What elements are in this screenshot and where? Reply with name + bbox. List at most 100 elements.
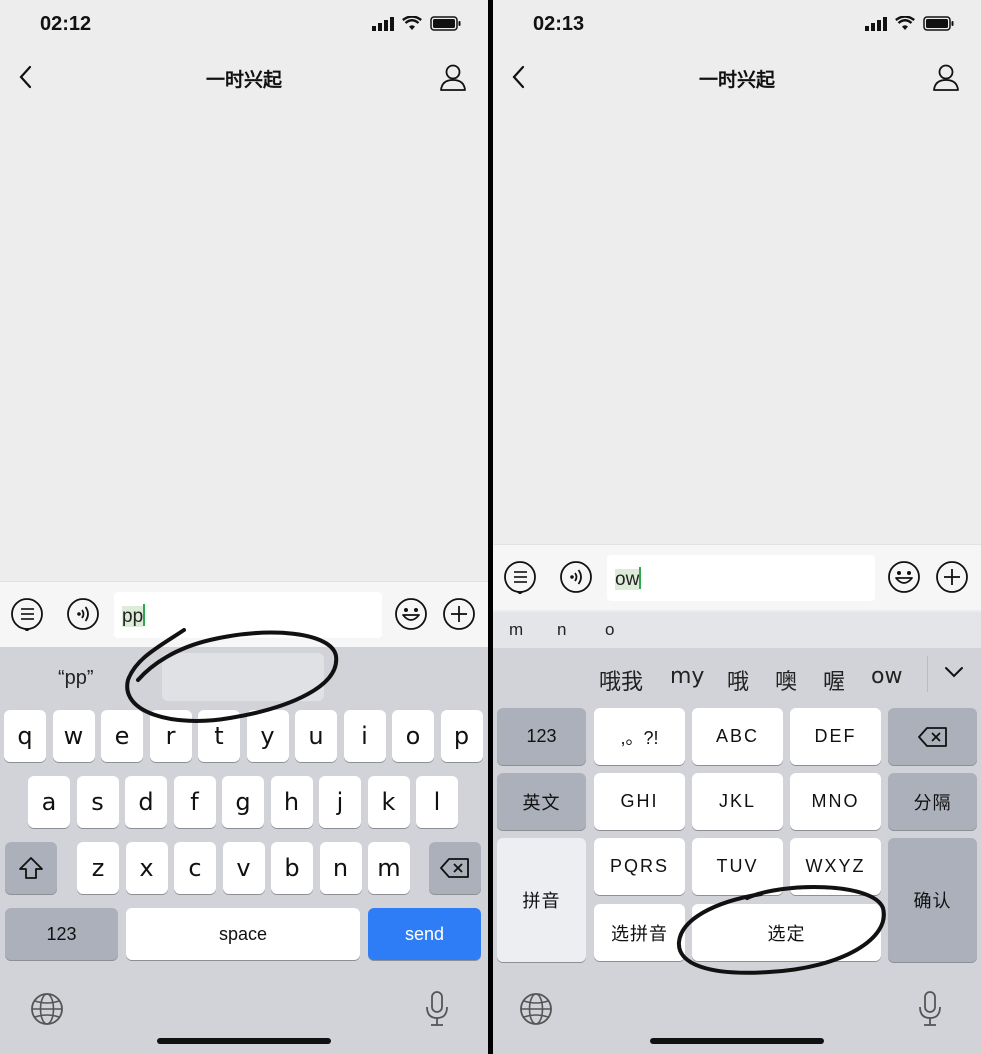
letter-key[interactable]: l (416, 776, 458, 828)
letter-key[interactable]: o (392, 710, 434, 762)
mno-key[interactable]: MNO (790, 773, 881, 830)
punctuation-key[interactable]: ,。?! (594, 708, 685, 765)
text-cursor (639, 567, 642, 589)
english-keyboard: “pp” qwertyuiop asdfghjkl zxcvbnm 123 sp… (0, 647, 488, 1054)
menu-list-icon[interactable] (10, 597, 44, 631)
candidate-word[interactable]: my (670, 664, 704, 689)
signal-icon (865, 16, 887, 31)
delete-key[interactable] (888, 708, 977, 765)
letter-key[interactable]: g (222, 776, 264, 828)
english-mode-key[interactable]: 英文 (497, 773, 586, 830)
letter-key[interactable]: e (101, 710, 143, 762)
shift-arrow-icon (19, 857, 43, 879)
backspace-icon (917, 726, 947, 747)
profile-icon[interactable] (438, 62, 468, 92)
letter-key[interactable]: d (125, 776, 167, 828)
letter-key[interactable]: c (174, 842, 216, 894)
pinyin-options-row: m n o (493, 612, 981, 648)
menu-list-icon[interactable] (503, 560, 537, 594)
pqrs-key[interactable]: PQRS (594, 838, 685, 895)
right-screenshot: 02:13 一时兴起 ow m n o 哦我 my 哦 噢 喔 ow 123 ,… (493, 0, 981, 1054)
letter-key[interactable]: p (440, 710, 483, 762)
letter-key[interactable]: x (125, 842, 168, 894)
profile-icon[interactable] (931, 62, 961, 92)
globe-icon[interactable] (30, 992, 64, 1026)
separator-key[interactable]: 分隔 (888, 773, 977, 830)
numbers-key[interactable]: 123 (5, 908, 118, 960)
letter-key[interactable]: v (222, 842, 265, 894)
letter-key[interactable]: r (149, 710, 192, 762)
suggestion-slot[interactable] (162, 653, 324, 701)
chat-title: 一时兴起 (698, 69, 775, 91)
letter-key[interactable]: q (4, 710, 46, 762)
home-indicator (157, 1038, 331, 1044)
emoji-icon[interactable] (887, 560, 921, 594)
letter-key[interactable]: s (76, 776, 119, 828)
ghi-key[interactable]: GHI (594, 773, 685, 830)
tuv-key[interactable]: TUV (692, 838, 783, 895)
plus-icon[interactable] (935, 560, 969, 594)
microphone-icon[interactable] (917, 990, 943, 1028)
expand-candidates-icon[interactable] (943, 664, 965, 680)
battery-icon (430, 16, 461, 31)
wxyz-key[interactable]: WXYZ (790, 838, 881, 895)
home-indicator (650, 1038, 824, 1044)
pinyin-option[interactable]: m (509, 620, 523, 640)
letter-key[interactable]: b (271, 842, 313, 894)
select-key[interactable]: 选定 (692, 904, 881, 961)
send-key[interactable]: send (368, 908, 481, 960)
status-time: 02:12 (40, 13, 92, 35)
numbers-key[interactable]: 123 (497, 708, 586, 765)
select-pinyin-key[interactable]: 选拼音 (594, 904, 685, 961)
chat-input-bar: ow (493, 544, 981, 610)
letter-key[interactable]: t (198, 710, 240, 762)
letter-key[interactable]: u (295, 710, 337, 762)
message-input[interactable]: pp (114, 592, 382, 638)
letter-key[interactable]: j (319, 776, 361, 828)
battery-icon (923, 16, 954, 31)
candidate-word[interactable]: 喔 (823, 664, 845, 696)
jkl-key[interactable]: JKL (692, 773, 783, 830)
microphone-icon[interactable] (424, 990, 450, 1028)
backspace-icon (440, 858, 469, 878)
candidate-word[interactable]: 噢 (775, 664, 797, 696)
abc-key[interactable]: ABC (692, 708, 783, 765)
pinyin-option[interactable]: o (605, 620, 614, 640)
letter-key[interactable]: n (319, 842, 362, 894)
shift-key[interactable] (5, 842, 57, 894)
chat-header: 一时兴起 (493, 50, 981, 104)
wifi-icon (402, 16, 422, 30)
space-key[interactable]: space (126, 908, 360, 960)
voice-icon[interactable] (66, 597, 100, 631)
confirm-key[interactable]: 确认 (888, 838, 977, 962)
letter-key[interactable]: y (246, 710, 289, 762)
message-input[interactable]: ow (607, 555, 875, 601)
pinyin-option[interactable]: n (557, 620, 566, 640)
letter-key[interactable]: a (28, 776, 70, 828)
candidate-word[interactable]: 哦 (727, 664, 749, 696)
def-key[interactable]: DEF (790, 708, 881, 765)
left-screenshot: 02:12 一时兴起 pp “pp” qwertyuiop asdfghjkl … (0, 0, 488, 1054)
autocomplete-suggestion[interactable]: “pp” (58, 667, 94, 690)
letter-key[interactable]: w (52, 710, 95, 762)
candidate-divider (927, 656, 928, 692)
delete-key[interactable] (429, 842, 481, 894)
candidate-word[interactable]: ow (871, 664, 902, 689)
letter-key[interactable]: z (77, 842, 119, 894)
plus-icon[interactable] (442, 597, 476, 631)
status-time: 02:13 (533, 13, 585, 35)
letter-key[interactable]: k (367, 776, 410, 828)
voice-icon[interactable] (559, 560, 593, 594)
emoji-icon[interactable] (394, 597, 428, 631)
candidate-word[interactable]: 哦我 (599, 664, 643, 696)
signal-icon (372, 16, 394, 31)
letter-key[interactable]: h (270, 776, 313, 828)
letter-key[interactable]: m (368, 842, 410, 894)
text-cursor (143, 604, 146, 626)
chat-title: 一时兴起 (205, 69, 282, 91)
letter-key[interactable]: f (173, 776, 216, 828)
globe-icon[interactable] (519, 992, 553, 1026)
letter-key[interactable]: i (343, 710, 386, 762)
composing-text: ow (615, 569, 640, 590)
pinyin-mode-key[interactable]: 拼音 (497, 838, 586, 962)
